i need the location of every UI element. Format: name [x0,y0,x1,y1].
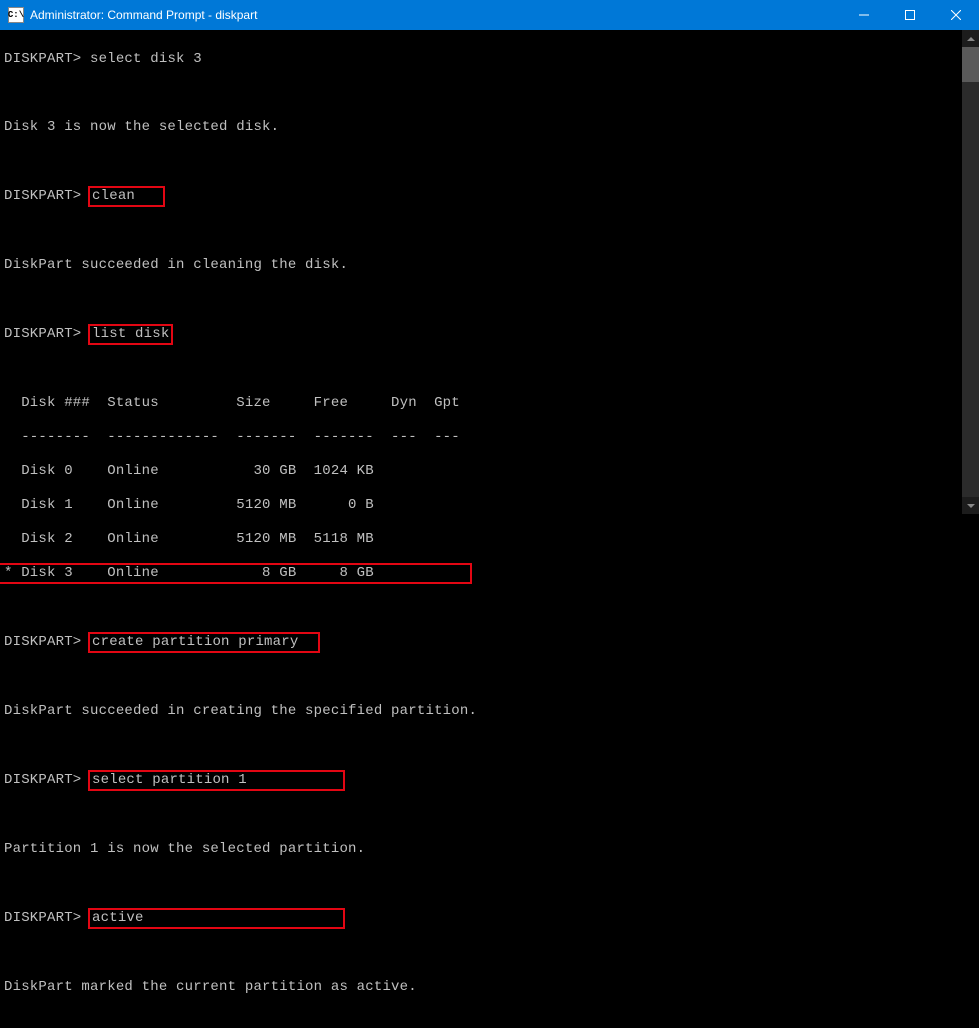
cmd-list-disk: list disk [92,326,169,342]
cmd-active: active [92,910,144,926]
msg-select-partition: Partition 1 is now the selected partitio… [4,841,979,858]
prompt: DISKPART> [4,51,81,67]
scroll-track[interactable] [962,47,979,497]
prompt: DISKPART> [4,326,81,342]
disk-table-row: Disk 2 Online 5120 MB 5118 MB [4,531,979,548]
highlight-selected-disk: * Disk 3 Online 8 GB 8 GB [0,563,472,584]
prompt: DISKPART> [4,634,81,650]
msg-active: DiskPart marked the current partition as… [4,979,979,996]
highlight-active: active [88,908,345,929]
disk-table-row: Disk 1 Online 5120 MB 0 B [4,497,979,514]
prompt: DISKPART> [4,188,81,204]
scroll-thumb[interactable] [962,47,979,82]
highlight-list-disk: list disk [88,324,173,345]
disk-table-row: Disk 0 Online 30 GB 1024 KB [4,463,979,480]
disk-table-header: Disk ### Status Size Free Dyn Gpt [4,395,979,412]
minimize-button[interactable] [841,0,887,30]
prompt: DISKPART> [4,910,81,926]
cmd-icon: C:\ [8,7,24,23]
terminal-output[interactable]: DISKPART> select disk 3 Disk 3 is now th… [0,30,979,514]
cmd-create-partition: create partition primary [92,634,298,650]
cmd-select-partition: select partition 1 [92,772,247,788]
close-button[interactable] [933,0,979,30]
maximize-button[interactable] [887,0,933,30]
scroll-up-button[interactable] [962,30,979,47]
cmd-select-disk: select disk 3 [90,51,202,67]
scroll-down-button[interactable] [962,497,979,514]
window-controls [841,0,979,30]
msg-clean: DiskPart succeeded in cleaning the disk. [4,257,979,274]
msg-create-partition: DiskPart succeeded in creating the speci… [4,703,979,720]
cmd-clean: clean [92,188,135,204]
scrollbar[interactable] [962,30,979,514]
msg-select-disk: Disk 3 is now the selected disk. [4,119,979,136]
titlebar[interactable]: C:\ Administrator: Command Prompt - disk… [0,0,979,30]
disk-table-divider: -------- ------------- ------- ------- -… [4,429,979,446]
highlight-select-partition: select partition 1 [88,770,345,791]
highlight-create-partition: create partition primary [88,632,320,653]
highlight-clean: clean [88,186,165,207]
disk-table-row-selected: * Disk 3 Online 8 GB 8 GB [4,565,468,581]
prompt: DISKPART> [4,772,81,788]
window-title: Administrator: Command Prompt - diskpart [30,8,841,22]
